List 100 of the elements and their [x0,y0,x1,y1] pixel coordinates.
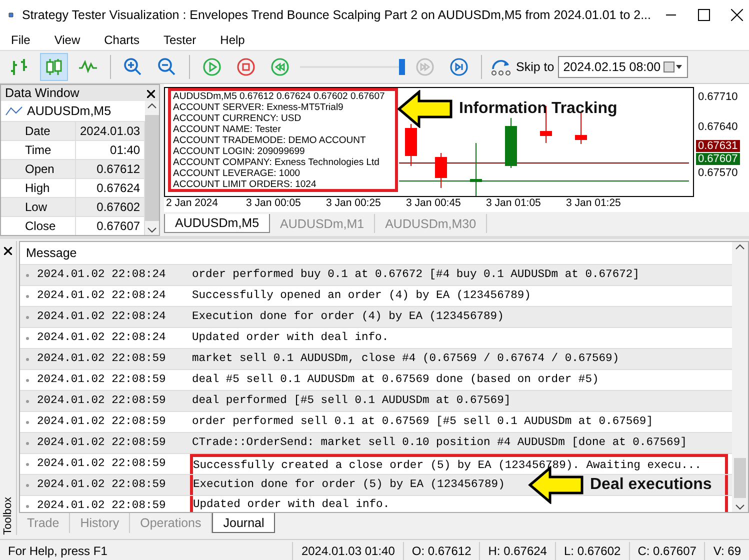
time-label: 3 Jan 00:05 [246,197,302,211]
annotation-label: Deal executions [590,476,712,494]
log-time: 2024.01.02 22:08:59 [37,416,166,428]
log-time: 2024.01.02 22:08:59 [37,395,166,407]
candle [405,124,417,166]
log-time: 2024.01.02 22:08:24 [37,290,166,302]
price-label: 0.67710 [697,91,739,103]
toolbox-tab[interactable]: Journal [212,513,276,533]
log-message: Successfully opened an order (4) by EA (123456789) [191,288,532,304]
scroll-up-icon [147,101,158,111]
log-message: Execution done for order (4) by EA (123456789) [191,310,505,325]
candle [470,142,482,196]
status-text: 2024.01.03 01:40 [292,542,403,560]
log-message: order performed buy 0.1 at 0.67672 [#4 buy 0.1 AUDUSDm at 0.67672] [191,268,640,283]
bullet-icon [26,442,29,444]
calendar-dropdown-icon [663,61,684,73]
log-time: 2024.01.02 22:08:59 [37,458,166,470]
price-label: 0.67607 [696,153,740,165]
candle [435,152,447,188]
menu-item[interactable]: File [4,33,40,47]
scroll-thumb[interactable] [145,115,159,221]
scroll-down-icon [735,502,745,512]
log-message: deal performed [#5 sell 0.1 AUDUSDm at 0.67569] [191,394,512,409]
zoom-in-icon [123,57,143,77]
bullet-icon [26,274,29,276]
log-message: CTrade::OrderSend: market sell 0.10 position #4 AUDUSDm [done at 0.67569] [191,436,688,451]
bullet-icon [26,316,29,318]
speed-slider[interactable] [300,59,405,75]
field-label: Open [1,160,76,179]
bullet-icon [26,400,29,402]
info-line: ACCOUNT SERVER: Exness-MT5Trial9 [173,102,344,113]
info-line: ACCOUNT LEVERAGE: 1000 [173,168,300,179]
time-label: 3 Jan 00:45 [406,197,462,211]
scroll-up-icon [735,242,745,252]
status-text: H: 0.67624 [479,542,555,560]
maximize-icon [698,9,710,21]
bar-chart-icon [10,57,30,77]
line-chart-icon [5,105,23,117]
menu-item[interactable]: Tester [156,33,206,47]
bullet-icon [26,294,29,298]
log-message: deal #5 sell 0.1 AUDUSDm at 0.67569 done (based on order #5) [191,372,600,388]
time-label: 3 Jan 01:25 [566,197,622,211]
symbol-label: AUDUSDm,M5 [27,104,112,118]
bullet-icon [26,420,29,424]
status-text: O: 0.67612 [402,542,480,560]
menu-item[interactable]: Help [213,33,254,47]
arrow-icon [397,90,453,128]
log-message: market sell 0.1 AUDUSDm, close #4 (0.67569 / 0.67674 / 0.67569) [191,352,620,367]
menu-item[interactable]: View [47,33,90,47]
info-line: ACCOUNT LOGIN: 209099699 [173,146,305,157]
window-title: Strategy Tester Visualization : Envelopes Trend Bounce Scalping Part 2 on AUDUSDm,M5 from 2024.01.01 to 2... [22,8,651,22]
scrollbar[interactable] [732,242,748,512]
info-line: AUDUSDm,M5 0.67612 0.67624 0.67602 0.67607 [173,91,385,102]
log-time: 2024.01.02 22:08:59 [37,479,166,491]
candlestick-icon [44,57,64,77]
status-text: For Help, press F1 [7,543,108,560]
skip-icon [490,57,512,77]
time-label: 3 Jan 01:05 [486,197,542,211]
candle [505,118,517,168]
stop-icon [236,57,256,77]
zoom-out-icon [157,57,177,77]
log-time: 2024.01.02 22:08:24 [37,311,166,323]
menu-item[interactable]: Charts [97,33,148,47]
field-label: Date [1,122,76,141]
log-time: 2024.01.02 22:08:24 [37,269,166,281]
close-icon [730,9,743,21]
log-time: 2024.01.02 22:08:59 [37,374,166,386]
log-message: order performed sell 0.1 at 0.67569 [#5 sell 0.1 AUDUSDm at 0.67569] [191,414,654,430]
bullet-icon [26,336,29,340]
time-label: 2 Jan 2024 [166,197,219,211]
chart-type-button[interactable] [40,53,68,81]
log-message: Updated order with deal info. [191,330,390,346]
info-line: ACCOUNT NAME: Tester [173,124,281,135]
scroll-thumb[interactable] [734,458,746,498]
rewind-icon [270,57,290,77]
info-line: ACCOUNT CURRENCY: USD [173,113,302,124]
scroll-down-icon [147,225,158,235]
field-label: Low [1,198,76,217]
info-line: ACCOUNT TRADEMODE: DEMO ACCOUNT [173,135,366,146]
price-label: 0.67631 [696,140,740,152]
info-line: ACCOUNT COMPANY: Exness Technologies Ltd [173,157,380,168]
bullet-icon [26,378,29,382]
price-label: 0.67570 [697,167,739,179]
fast-forward-icon [415,57,435,77]
toolbox-label: Toolbox [2,496,14,535]
chart-tab[interactable]: AUDUSDm,M5 [164,214,270,233]
panel-title: Data Window [5,86,80,100]
bullet-icon [26,462,29,466]
status-text: L: 0.67602 [554,542,629,560]
scrollbar[interactable] [145,101,159,235]
status-text: V: 69 [704,542,749,560]
log-time: 2024.01.02 22:08:59 [37,437,166,449]
bullet-icon [26,358,29,360]
log-time: 2024.01.02 22:08:59 [37,500,166,512]
log-time: 2024.01.02 22:08:59 [37,353,166,365]
time-label: 3 Jan 00:25 [326,197,382,211]
status-text: C: 0.67607 [628,542,704,560]
field-label: Close [1,217,76,235]
date-field[interactable]: 2024.02.15 08:00 [558,56,688,78]
info-line: ACCOUNT LIMIT ORDERS: 1024 [173,179,316,190]
